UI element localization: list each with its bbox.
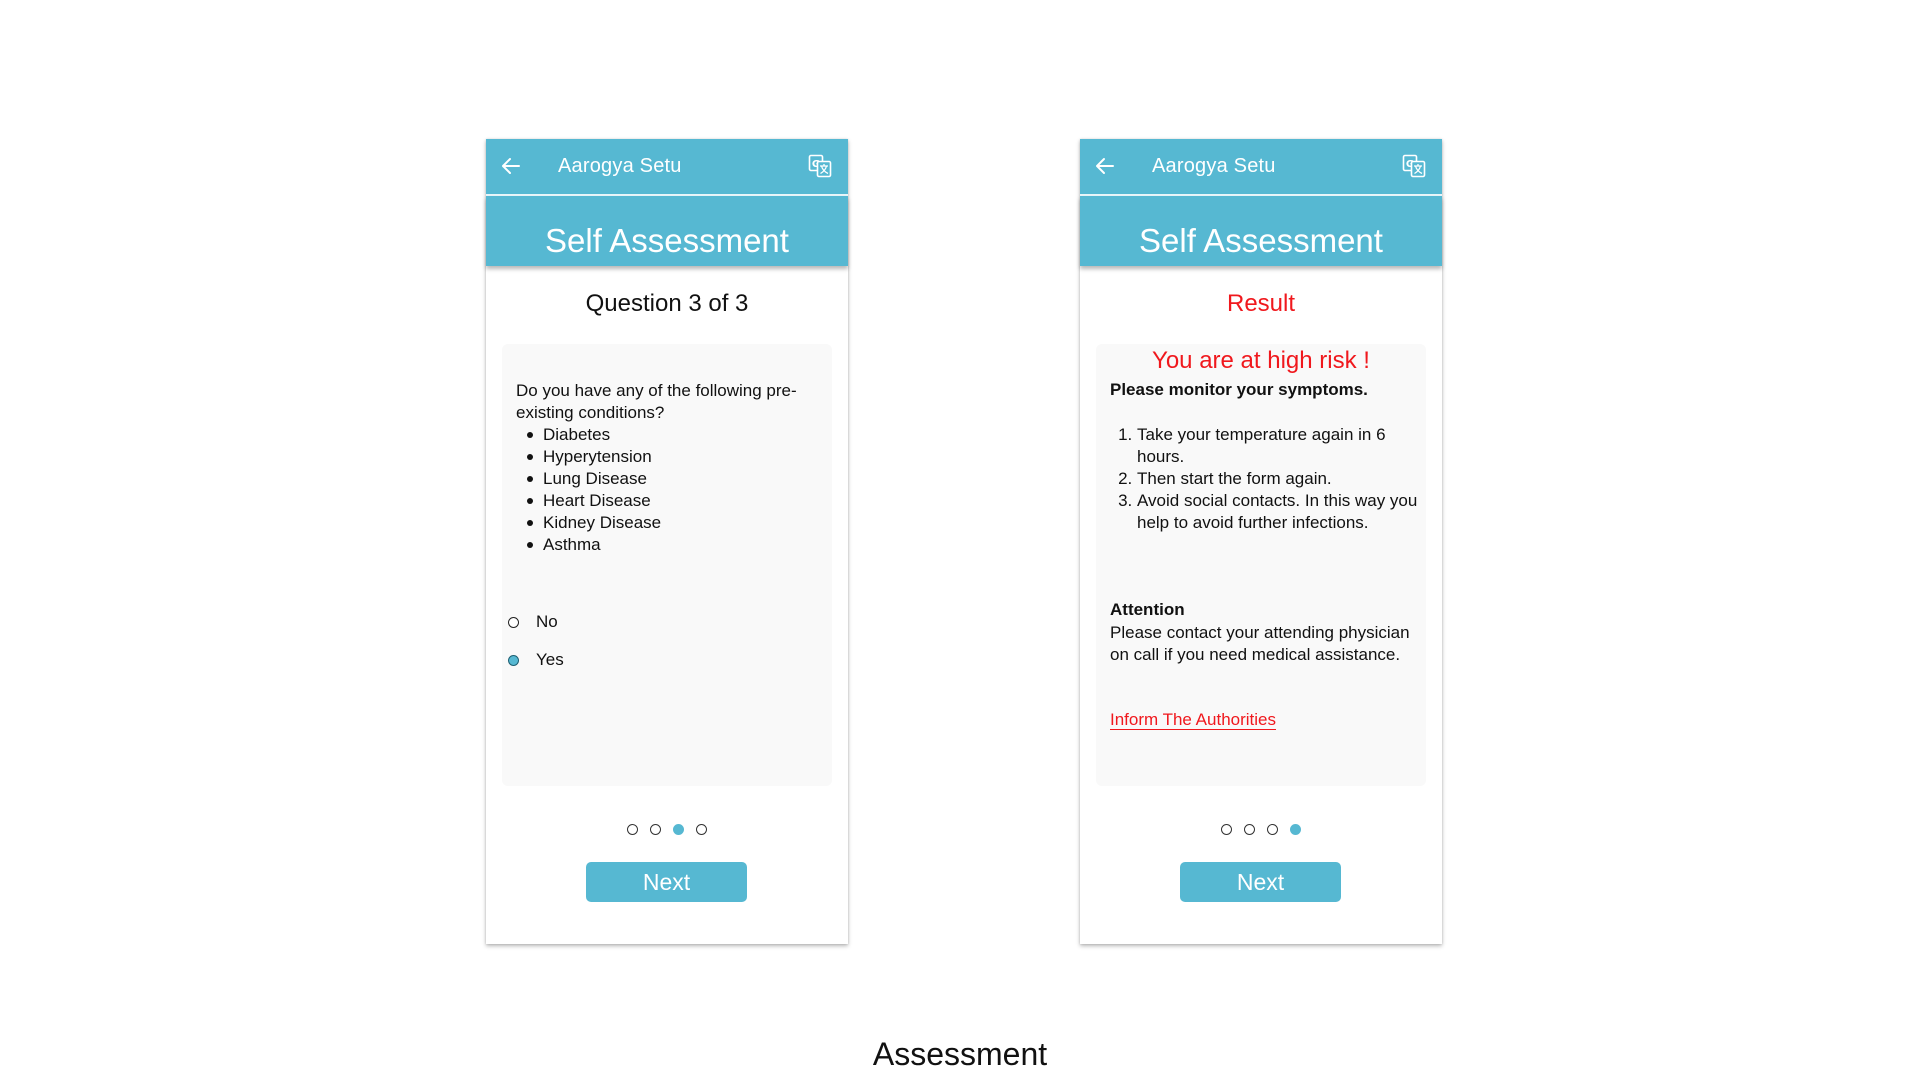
page-dot bbox=[1221, 824, 1232, 835]
question-text: Do you have any of the following pre-exi… bbox=[516, 380, 822, 556]
monitor-text: Please monitor your symptoms. bbox=[1110, 380, 1368, 399]
option-no-label: No bbox=[536, 612, 558, 631]
step-item: Then start the form again. bbox=[1137, 468, 1437, 490]
question-card: Do you have any of the following pre-exi… bbox=[502, 344, 832, 786]
page-dot bbox=[650, 824, 661, 835]
page-dot bbox=[696, 824, 707, 835]
result-screen: Aarogya Setu G Self Assessment Result Yo… bbox=[1080, 139, 1442, 944]
step-item: Avoid social contacts. In this way you h… bbox=[1137, 490, 1437, 534]
question-prompt: Do you have any of the following pre-exi… bbox=[516, 381, 797, 422]
page-indicator bbox=[486, 824, 848, 835]
radio-yes[interactable] bbox=[508, 654, 519, 666]
radio-no[interactable] bbox=[508, 616, 519, 628]
condition-item: Heart Disease bbox=[516, 490, 822, 512]
next-button[interactable]: Next bbox=[1180, 862, 1341, 902]
inform-authorities-link[interactable]: Inform The Authorities bbox=[1110, 710, 1276, 730]
option-yes-label: Yes bbox=[536, 650, 564, 669]
risk-heading: You are at high risk ! bbox=[1152, 347, 1370, 374]
option-yes[interactable]: Yes bbox=[508, 649, 564, 671]
result-title: Result bbox=[1226, 290, 1296, 317]
result-card: You are at high risk ! Please monitor yo… bbox=[1096, 344, 1426, 786]
condition-item: Hyperytension bbox=[516, 446, 822, 468]
steps-list: Take your temperature again in 6 hours. … bbox=[1110, 424, 1437, 534]
attention-title: Attention bbox=[1110, 600, 1185, 619]
translate-icon[interactable]: G bbox=[808, 154, 832, 178]
arrow-left-icon[interactable] bbox=[1094, 155, 1116, 177]
step-item: Take your temperature again in 6 hours. bbox=[1137, 424, 1437, 468]
condition-item: Kidney Disease bbox=[516, 512, 822, 534]
condition-item: Lung Disease bbox=[516, 468, 822, 490]
translate-icon[interactable]: G bbox=[1402, 154, 1426, 178]
arrow-left-icon[interactable] bbox=[500, 155, 522, 177]
section-header: Self Assessment bbox=[1080, 196, 1442, 266]
next-button[interactable]: Next bbox=[586, 862, 747, 902]
question-counter: Question 3 of 3 bbox=[585, 290, 749, 317]
page-dot bbox=[627, 824, 638, 835]
condition-item: Diabetes bbox=[516, 424, 822, 446]
condition-list: Diabetes Hyperytension Lung Disease Hear… bbox=[516, 424, 822, 556]
app-title: Aarogya Setu bbox=[558, 155, 682, 177]
option-no[interactable]: No bbox=[508, 611, 558, 633]
question-screen: Aarogya Setu G Self Assessment Question … bbox=[486, 139, 848, 944]
page-dot bbox=[1244, 824, 1255, 835]
app-title: Aarogya Setu bbox=[1152, 155, 1276, 177]
page-dot-active bbox=[1290, 824, 1301, 835]
app-bar: Aarogya Setu G bbox=[486, 139, 848, 194]
section-header: Self Assessment bbox=[486, 196, 848, 266]
attention-text: Please contact your attending physician … bbox=[1110, 623, 1410, 664]
page-dot bbox=[1267, 824, 1278, 835]
app-bar: Aarogya Setu G bbox=[1080, 139, 1442, 194]
condition-item: Asthma bbox=[516, 534, 822, 556]
page-dot-active bbox=[673, 824, 684, 835]
page-indicator bbox=[1080, 824, 1442, 835]
caption: Assessment bbox=[872, 1036, 1048, 1072]
